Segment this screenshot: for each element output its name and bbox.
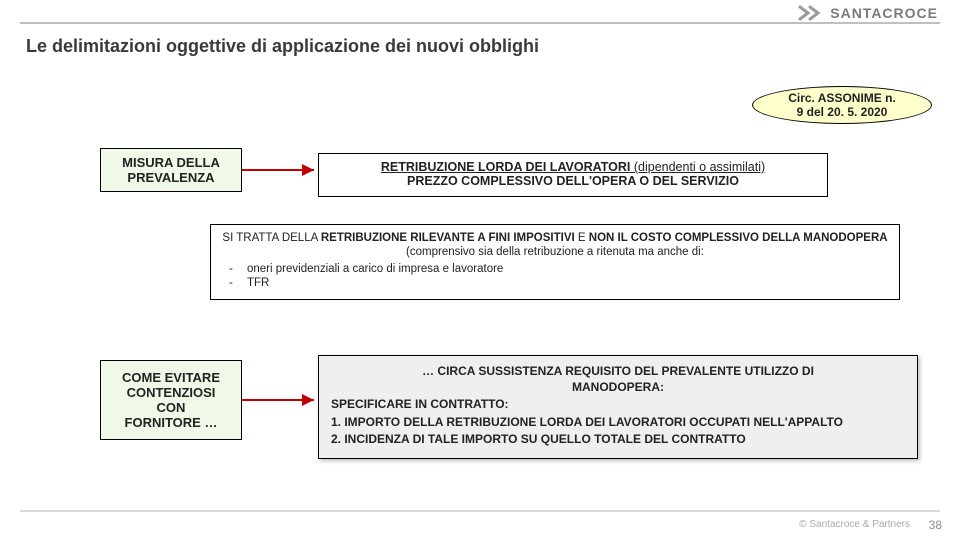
- page-number: 38: [929, 518, 942, 532]
- detail-intro-suffix: (comprensivo sia della retribuzione a ri…: [406, 246, 704, 258]
- topic-box-evitare-line3: CON: [122, 400, 220, 415]
- detail-li2: TFR: [247, 276, 269, 290]
- recommendation-head2: MANODOPERA:: [331, 380, 905, 396]
- formula-numerator-plain: (dipendenti o assimilati): [630, 160, 765, 174]
- reference-line2: 9 del 20. 5. 2020: [759, 105, 925, 119]
- formula-box: RETRIBUZIONE LORDA DEI LAVORATORI (dipen…: [318, 153, 828, 197]
- slide: SANTACROCE Le delimitazioni oggettive di…: [0, 0, 960, 540]
- formula-numerator-bold: RETRIBUZIONE LORDA DEI LAVORATORI: [381, 160, 631, 174]
- topic-box-evitare-line1: COME EVITARE: [122, 370, 220, 385]
- reference-badge: Circ. ASSONIME n. 9 del 20. 5. 2020: [752, 86, 932, 124]
- footer-divider: [20, 510, 940, 512]
- detail-intro-mid: E: [575, 232, 589, 244]
- list-item: -TFR: [229, 276, 889, 290]
- recommendation-l1: SPECIFICARE IN CONTRATTO:: [331, 397, 905, 413]
- formula-denominator: PREZZO COMPLESSIVO DELL'OPERA O DEL SERV…: [329, 174, 817, 188]
- header-divider: [20, 22, 940, 24]
- bullet-dash-icon: -: [229, 262, 237, 276]
- reference-line1: Circ. ASSONIME n.: [759, 91, 925, 105]
- topic-box-evitare-line4: FORNITORE …: [122, 415, 220, 430]
- brand-logo-icon: [798, 4, 824, 22]
- topic-box-misura-line1: MISURA DELLA: [105, 155, 237, 170]
- topic-box-misura: MISURA DELLA PREVALENZA: [100, 148, 242, 192]
- bullet-dash-icon: -: [229, 276, 237, 290]
- recommendation-l3: 2. INCIDENZA DI TALE IMPORTO SU QUELLO T…: [331, 432, 905, 448]
- detail-list: -oneri previdenziali a carico di impresa…: [229, 262, 889, 291]
- detail-intro-bold2: NON IL COSTO COMPLESSIVO DELLA MANODOPER…: [589, 232, 888, 244]
- topic-box-evitare: COME EVITARE CONTENZIOSI CON FORNITORE …: [100, 360, 242, 440]
- detail-li1: oneri previdenziali a carico di impresa …: [247, 262, 503, 276]
- detail-intro-bold1: RETRIBUZIONE RILEVANTE A FINI IMPOSITIVI: [321, 232, 575, 244]
- recommendation-head1: … CIRCA SUSSISTENZA REQUISITO DEL PREVAL…: [331, 364, 905, 380]
- recommendation-l2: 1. IMPORTO DELLA RETRIBUZIONE LORDA DEI …: [331, 415, 905, 431]
- topic-box-misura-line2: PREVALENZA: [105, 170, 237, 185]
- brand: SANTACROCE: [798, 4, 938, 22]
- topic-box-evitare-line2: CONTENZIOSI: [122, 385, 220, 400]
- formula-numerator: RETRIBUZIONE LORDA DEI LAVORATORI (dipen…: [329, 160, 817, 174]
- brand-name: SANTACROCE: [830, 5, 938, 21]
- recommendation-box: … CIRCA SUSSISTENZA REQUISITO DEL PREVAL…: [318, 355, 918, 459]
- detail-intro: SI TRATTA DELLA RETRIBUZIONE RILEVANTE A…: [221, 231, 889, 260]
- page-title: Le delimitazioni oggettive di applicazio…: [26, 36, 539, 57]
- detail-box: SI TRATTA DELLA RETRIBUZIONE RILEVANTE A…: [210, 224, 900, 300]
- list-item: -oneri previdenziali a carico di impresa…: [229, 262, 889, 276]
- detail-intro-pref: SI TRATTA DELLA: [222, 232, 320, 244]
- footer-copyright: © Santacroce & Partners: [799, 519, 910, 530]
